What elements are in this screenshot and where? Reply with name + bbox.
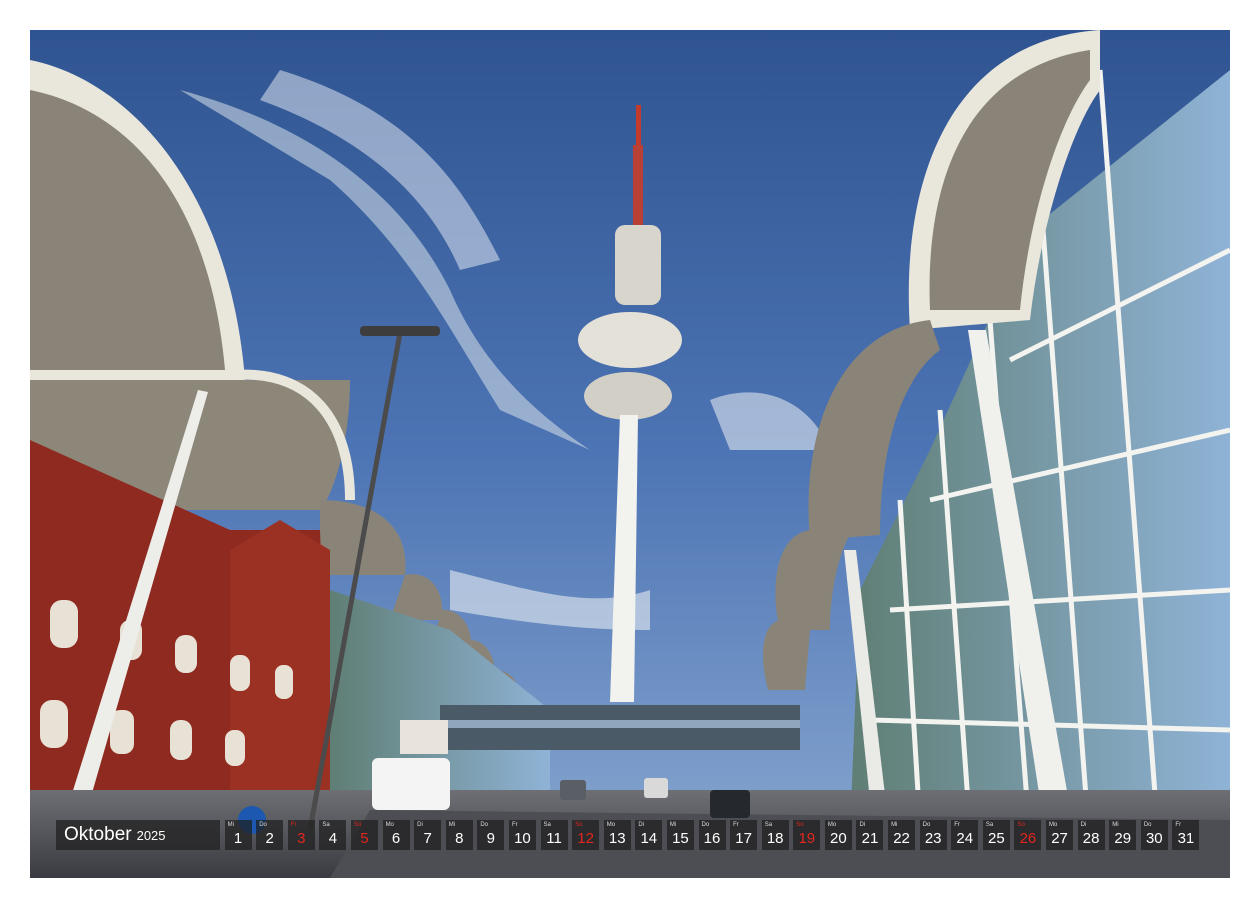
day-number: 30 — [1145, 830, 1163, 847]
calendar-day: Sa 25 — [982, 820, 1010, 850]
calendar-photo — [30, 30, 1230, 878]
calendar-day: Do 2 — [256, 820, 284, 850]
day-number: 22 — [893, 830, 910, 847]
calendar-day: Do 9 — [477, 820, 505, 850]
weekday-label: Sa — [985, 822, 994, 828]
weekday-label: Do — [1143, 822, 1152, 828]
day-number: 20 — [830, 830, 847, 847]
calendar-day: Di 14 — [635, 820, 663, 850]
day-number: 18 — [766, 830, 784, 847]
photo-tv-tower-scene — [30, 30, 1230, 878]
weekday-label: Mi — [1112, 822, 1119, 828]
calendar-day: Mi 29 — [1109, 820, 1137, 850]
weekday-label: Sa — [543, 822, 551, 828]
weekday-label: Do — [701, 822, 710, 828]
month-name: Oktober — [64, 824, 132, 845]
day-number: 3 — [297, 830, 306, 847]
day-number: 19 — [798, 830, 816, 847]
day-number: 16 — [703, 830, 721, 847]
day-number: 7 — [423, 830, 432, 847]
day-number: 6 — [391, 830, 401, 847]
calendar-day: So 5 — [350, 820, 378, 850]
calendar-day: Sa 4 — [319, 820, 347, 850]
weekday-label: Mo — [1049, 822, 1058, 828]
calendar-day: Di 28 — [1077, 820, 1105, 850]
day-number: 1 — [233, 830, 243, 847]
calendar-day: Mo 6 — [382, 820, 410, 850]
calendar-day: Do 16 — [698, 820, 726, 850]
month-label: Oktober 2025 — [56, 820, 220, 850]
weekday-label: Sa — [322, 822, 330, 828]
day-number: 26 — [1019, 830, 1037, 847]
day-number: 10 — [514, 830, 531, 847]
calendar-day: Fr 17 — [730, 820, 758, 850]
calendar-day: So 19 — [793, 820, 821, 850]
weekday-label: Mo — [606, 822, 616, 828]
weekday-label: Fr — [1175, 822, 1182, 828]
calendar-day: Sa 11 — [540, 820, 568, 850]
weekday-label: Fr — [511, 822, 518, 828]
day-number: 12 — [577, 830, 594, 847]
weekday-label: Fr — [733, 822, 739, 828]
calendar-strip: Oktober 2025 Mi 1 Do 2 Fr 3 Sa 4 So 5 Mo 6 Di 7 Mi 8 Do 9… — [56, 820, 1200, 850]
weekday-label: Di — [1080, 822, 1087, 828]
weekday-label: Sa — [764, 822, 773, 828]
calendar-day: Do 23 — [919, 820, 947, 850]
day-number: 8 — [455, 830, 464, 847]
weekday-label: Mi — [891, 822, 898, 828]
day-number: 27 — [1051, 830, 1068, 847]
calendar-day: Do 30 — [1140, 820, 1168, 850]
weekday-label: Mo — [827, 822, 837, 828]
weekday-label: Mo — [385, 822, 394, 828]
weekday-label: So — [796, 822, 804, 828]
calendar-day: Mi 22 — [888, 820, 916, 850]
weekday-label: Mi — [669, 822, 677, 828]
weekday-label: Do — [922, 822, 931, 828]
weekday-label: Mi — [227, 822, 234, 828]
day-number: 31 — [1177, 830, 1195, 847]
month-year: 2025 — [136, 828, 166, 843]
calendar-day: Mo 27 — [1046, 820, 1074, 850]
weekday-label: Di — [417, 822, 423, 828]
day-number: 11 — [546, 830, 562, 847]
day-number: 29 — [1114, 830, 1132, 847]
weekday-label: Do — [480, 822, 489, 828]
weekday-label: Fr — [290, 822, 297, 828]
weekday-label: Di — [638, 822, 644, 828]
day-number: 24 — [956, 830, 974, 847]
weekday-label: Do — [259, 822, 267, 828]
weekday-label: Mi — [448, 822, 456, 828]
calendar-day: So 26 — [1014, 820, 1042, 850]
calendar-day: Mi 15 — [666, 820, 694, 850]
weekday-label: So — [1017, 822, 1025, 828]
day-number: 17 — [735, 830, 752, 847]
day-number: 25 — [988, 830, 1005, 847]
calendar-day: Di 7 — [414, 820, 442, 850]
calendar-day: Mi 1 — [224, 820, 252, 850]
calendar-day: Mo 20 — [824, 820, 852, 850]
calendar-day: Sa 18 — [761, 820, 789, 850]
calendar-day: Fr 31 — [1172, 820, 1200, 850]
calendar-day: Mo 13 — [603, 820, 631, 850]
day-number: 14 — [640, 830, 658, 847]
day-number: 21 — [861, 830, 879, 847]
day-number: 9 — [486, 830, 496, 847]
day-number: 15 — [672, 830, 689, 847]
day-number: 5 — [360, 830, 369, 847]
calendar-day: Fr 3 — [287, 820, 315, 850]
day-number: 2 — [265, 830, 274, 847]
calendar-day: Mi 8 — [445, 820, 473, 850]
weekday-label: So — [353, 822, 362, 828]
day-number: 4 — [328, 830, 338, 847]
day-number: 13 — [608, 830, 626, 847]
day-number: 23 — [924, 830, 942, 847]
calendar-day: Fr 24 — [951, 820, 979, 850]
weekday-label: Di — [859, 822, 866, 828]
weekday-label: So — [575, 822, 583, 828]
weekday-label: Fr — [954, 822, 960, 828]
calendar-day: So 12 — [572, 820, 600, 850]
calendar-day: Fr 10 — [508, 820, 536, 850]
day-number: 28 — [1082, 830, 1100, 847]
calendar-day: Di 21 — [856, 820, 884, 850]
